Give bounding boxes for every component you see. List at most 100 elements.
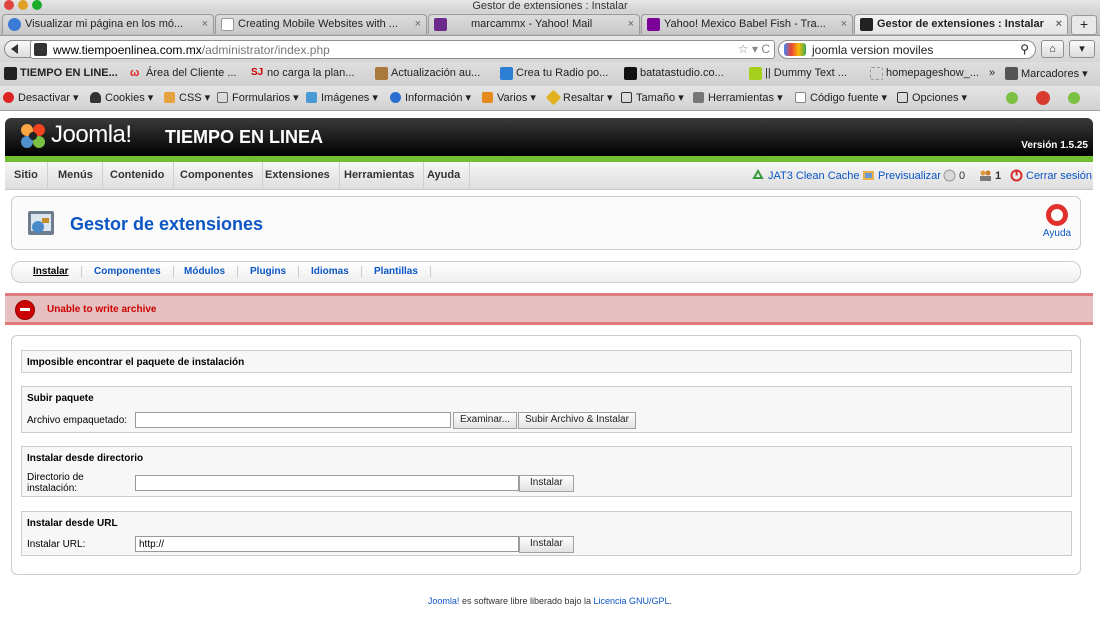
view-source-menu[interactable]: Código fuente ▾ [795, 91, 887, 104]
browser-tab-active[interactable]: Gestor de extensiones : Instalar × [854, 14, 1068, 34]
html-valid-check-icon[interactable] [1068, 92, 1080, 104]
css-valid-check-icon[interactable] [1006, 92, 1018, 104]
url-legend: Instalar desde URL [27, 518, 118, 529]
package-file-input[interactable] [135, 412, 451, 428]
install-url-button[interactable]: Instalar [519, 536, 574, 553]
cookies-menu[interactable]: Cookies ▾ [90, 91, 153, 104]
disable-menu[interactable]: Desactivar ▾ [3, 91, 79, 104]
directory-input[interactable] [135, 475, 519, 491]
browser-tab[interactable]: Creating Mobile Websites with ... × [215, 14, 427, 34]
subnav-componentes[interactable]: Componentes [94, 266, 174, 277]
tab-close-icon[interactable]: × [202, 15, 208, 34]
menu-componentes[interactable]: Componentes [171, 162, 264, 189]
tab-label: Gestor de extensiones : Instalar [877, 18, 1044, 30]
search-icon[interactable]: ⚲ [1020, 42, 1029, 56]
url-label: Instalar URL: [27, 539, 86, 550]
bookmarks-overflow-button[interactable]: » [989, 67, 995, 79]
browser-tab[interactable]: Visualizar mi página en los mó... × [2, 14, 214, 34]
directory-label-line2: instalación: [27, 483, 78, 494]
bookmark-item[interactable]: TIEMPO EN LINE... [4, 67, 118, 80]
css-menu[interactable]: CSS ▾ [164, 91, 210, 104]
subnav-plantillas[interactable]: Plantillas [374, 266, 431, 277]
bookmark-item[interactable]: Crea tu Radio po... [500, 67, 608, 80]
bookmark-star-icon[interactable]: ☆ ▾ C [738, 42, 770, 56]
highlight-pen-icon [545, 89, 562, 106]
bookmarks-menu-button[interactable]: Marcadores ▾ [1005, 67, 1088, 80]
menu-contenido[interactable]: Contenido [101, 162, 175, 189]
address-bar[interactable]: www.tiempoenlinea.com.mx/administrator/i… [30, 40, 775, 59]
error-status-icon[interactable] [1036, 91, 1050, 105]
preview-link[interactable]: Previsualizar [862, 170, 941, 182]
new-tab-button[interactable]: + [1071, 15, 1097, 35]
bookmark-item[interactable]: Actualización au... [375, 67, 480, 80]
devbar-label: Desactivar ▾ [18, 92, 79, 104]
messages-link[interactable]: 0 [943, 169, 966, 182]
directory-legend: Instalar desde directorio [27, 453, 144, 464]
browse-button[interactable]: Examinar... [453, 412, 518, 429]
tab-favicon-icon [8, 18, 21, 31]
recycle-icon [752, 169, 764, 179]
web-developer-toolbar: Desactivar ▾ Cookies ▾ CSS ▾ Formularios… [0, 86, 1100, 111]
home-button[interactable]: ⌂ [1041, 40, 1064, 58]
joomla-link[interactable]: Joomla! [428, 596, 460, 606]
menu-extensiones[interactable]: Extensiones [256, 162, 340, 189]
help-button[interactable]: Ayuda [1040, 204, 1074, 239]
google-engine-icon[interactable] [784, 43, 806, 56]
bookmark-item[interactable]: || Dummy Text ... [749, 67, 847, 80]
addon-button[interactable]: ▾ [1069, 40, 1095, 58]
tab-strip: Visualizar mi página en los mó... × Crea… [0, 12, 1100, 36]
online-users[interactable]: 1 [979, 170, 1001, 182]
forms-icon [217, 92, 228, 103]
logout-link[interactable]: Cerrar sesión [1010, 169, 1092, 182]
messages-count: 0 [959, 170, 966, 182]
subnav-modulos[interactable]: Módulos [184, 266, 239, 277]
update-icon [375, 67, 388, 80]
install-url-input[interactable] [135, 536, 519, 552]
misc-menu[interactable]: Varios ▾ [482, 91, 536, 104]
messages-icon [943, 169, 956, 182]
back-arrow-icon [11, 44, 18, 54]
browser-tab[interactable]: Yahoo! Mexico Babel Fish - Tra... × [641, 14, 853, 34]
information-menu[interactable]: Información ▾ [390, 91, 471, 104]
outline-menu[interactable]: Resaltar ▾ [545, 89, 613, 106]
joomla-header: Joomla! TIEMPO EN LINEA Versión 1.5.25 [5, 118, 1093, 156]
tab-close-icon[interactable]: × [841, 15, 847, 34]
upload-install-button[interactable]: Subir Archivo & Instalar [518, 412, 636, 429]
menu-sitio[interactable]: Sitio [5, 162, 48, 189]
devbar-label: Opciones ▾ [912, 92, 968, 104]
preview-icon [863, 171, 874, 180]
license-link[interactable]: Licencia GNU/GPL [594, 596, 670, 606]
browser-tab[interactable]: marcammx - Yahoo! Mail × [428, 14, 640, 34]
menu-herramientas[interactable]: Herramientas [335, 162, 425, 189]
menu-ayuda[interactable]: Ayuda [418, 162, 471, 189]
devbar-label: Varios ▾ [497, 92, 536, 104]
install-directory-button[interactable]: Instalar [519, 475, 574, 492]
lifebuoy-icon [1046, 204, 1068, 226]
bookmark-item[interactable]: ω Área del Cliente ... [130, 67, 237, 79]
tab-close-icon[interactable]: × [1056, 15, 1062, 34]
page-title: Gestor de extensiones [70, 214, 264, 234]
resize-menu[interactable]: Tamaño ▾ [621, 91, 684, 104]
subnav-instalar[interactable]: Instalar [33, 266, 82, 277]
site-favicon-icon [34, 43, 47, 56]
subnav-idiomas[interactable]: Idiomas [311, 266, 362, 277]
search-box[interactable]: joomla version moviles ⚲ [778, 40, 1036, 59]
images-menu[interactable]: Imágenes ▾ [306, 91, 378, 104]
bookmark-item[interactable]: SJ no carga la plan... [251, 67, 354, 79]
menu-menus[interactable]: Menús [49, 162, 103, 189]
devbar-label: Tamaño ▾ [636, 92, 684, 104]
bookmark-label: TIEMPO EN LINE... [20, 67, 118, 79]
bookmark-item[interactable]: homepageshow_... [870, 67, 979, 80]
tab-close-icon[interactable]: × [415, 15, 421, 34]
tools-menu[interactable]: Herramientas ▾ [693, 91, 783, 104]
options-menu[interactable]: Opciones ▾ [897, 91, 967, 104]
forms-menu[interactable]: Formularios ▾ [217, 91, 299, 104]
tab-close-icon[interactable]: × [628, 15, 634, 34]
bookmark-item[interactable]: batatastudio.co... [624, 67, 724, 80]
search-input[interactable]: joomla version moviles [812, 43, 933, 57]
clean-cache-link[interactable]: JAT3 Clean Cache [752, 169, 860, 182]
devbar-label: Código fuente ▾ [810, 92, 888, 104]
users-icon [980, 170, 991, 181]
cookies-icon [90, 92, 101, 103]
subnav-plugins[interactable]: Plugins [250, 266, 300, 277]
